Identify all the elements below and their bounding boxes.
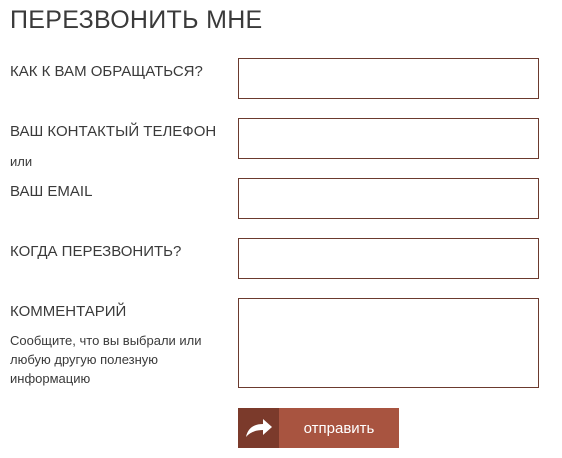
submit-button[interactable]: отправить: [238, 408, 399, 448]
comment-textarea[interactable]: [238, 298, 539, 388]
email-label: ВАШ EMAIL: [10, 183, 93, 200]
email-input[interactable]: [238, 178, 539, 219]
phone-label: ВАШ КОНТАКТЫЙ ТЕЛЕФОН: [10, 123, 217, 140]
share-arrow-icon: [238, 408, 279, 448]
comment-label: КОММЕНТАРИЙ: [10, 303, 127, 320]
submit-button-label: отправить: [279, 408, 399, 448]
form-title: ПЕРЕЗВОНИТЬ МНЕ: [10, 6, 263, 34]
or-label: или: [10, 154, 33, 169]
when-input[interactable]: [238, 238, 539, 279]
phone-input[interactable]: [238, 118, 539, 159]
name-input[interactable]: [238, 58, 539, 99]
comment-hint: Сообщите, что вы выбрали или любую другу…: [10, 333, 202, 386]
name-label: КАК К ВАМ ОБРАЩАТЬСЯ?: [10, 63, 203, 80]
when-label: КОГДА ПЕРЕЗВОНИТЬ?: [10, 243, 182, 260]
